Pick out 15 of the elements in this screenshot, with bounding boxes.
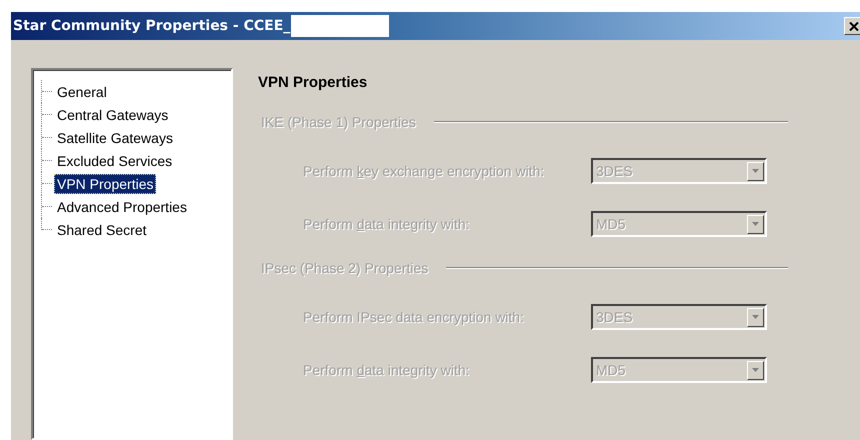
caret-icon	[752, 222, 759, 226]
close-button[interactable]	[844, 17, 860, 35]
close-icon	[849, 22, 859, 30]
page-heading: VPN Properties	[258, 74, 368, 91]
tree-item[interactable]: VPN Properties	[54, 174, 156, 194]
window-title: Star Community Properties - CCEE_	[13, 18, 290, 34]
tree-item[interactable]: Shared Secret	[54, 220, 150, 240]
caret-icon	[752, 315, 759, 319]
tree-item[interactable]: Excluded Services	[54, 150, 176, 170]
caret-icon	[752, 368, 759, 372]
tree-item[interactable]: Advanced Properties	[54, 196, 190, 216]
tree-item[interactable]: Central Gateways	[54, 104, 172, 124]
caret-icon	[752, 169, 759, 173]
tree-item[interactable]: General	[54, 82, 110, 102]
tree-item[interactable]: Satellite Gateways	[54, 128, 176, 148]
